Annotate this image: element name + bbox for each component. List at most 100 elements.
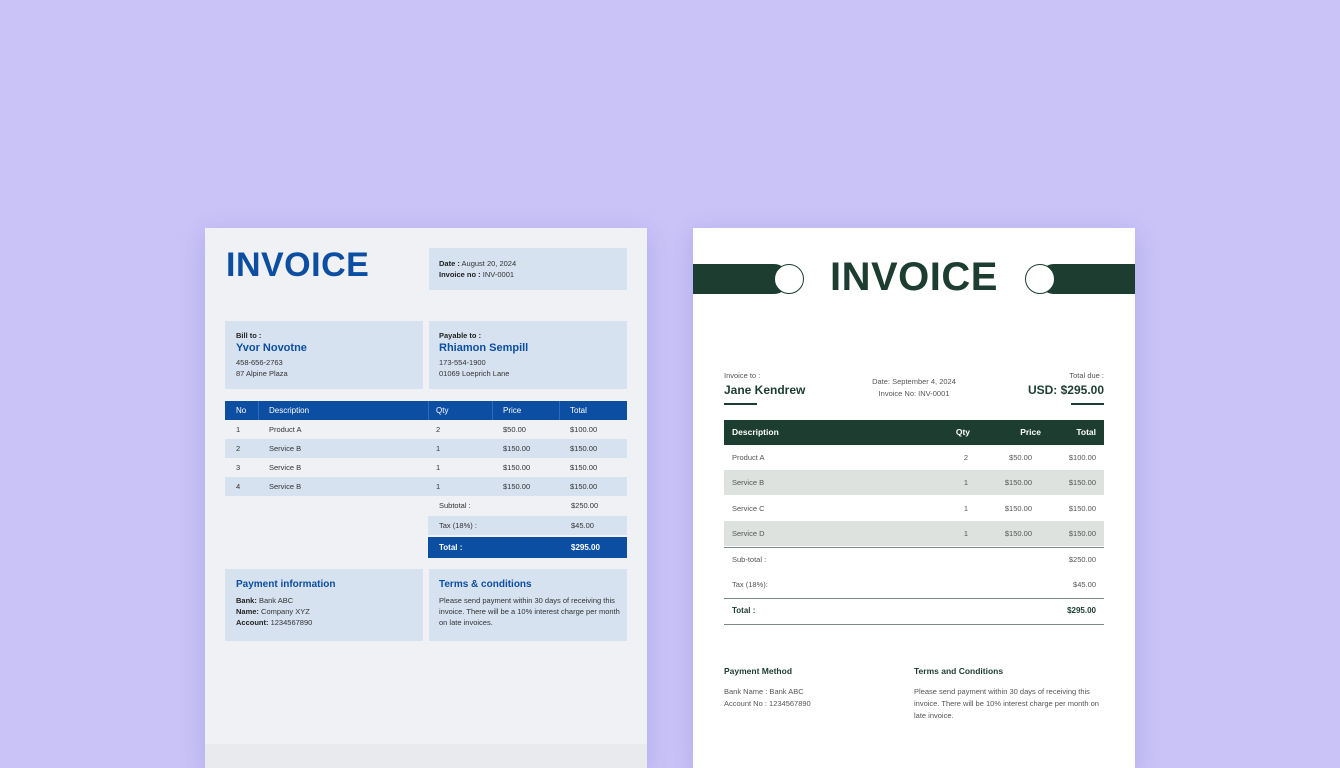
header-total: Total xyxy=(1076,427,1096,437)
table-row: Service C 1 $150.00 $150.00 xyxy=(724,496,1104,521)
row-price: $150.00 xyxy=(503,444,531,453)
subtotal-value: $250.00 xyxy=(571,501,599,510)
items-table-header: No Description Qty Price Total xyxy=(225,401,627,420)
payable-to-name: Rhiamon Sempill xyxy=(439,342,529,354)
tax-label: Tax (18%) : xyxy=(439,521,477,530)
payable-to-box: Payable to : Rhiamon Sempill 173-554-190… xyxy=(429,321,627,389)
row-total: $150.00 xyxy=(570,482,598,491)
row-description: Service B xyxy=(269,463,302,472)
row-description: Service D xyxy=(732,529,765,538)
row-qty: 2 xyxy=(436,425,441,434)
table-row: 4 Service B 1 $150.00 $150.00 xyxy=(225,477,627,496)
row-total: $150.00 xyxy=(570,444,598,453)
invoice-to-block: Invoice to : Jane Kendrew xyxy=(724,371,805,405)
row-qty: 2 xyxy=(963,453,968,462)
bill-to-box: Bill to : Yvor Novotne 458-656-2763 87 A… xyxy=(225,321,423,389)
total-row: Total : $295.00 xyxy=(428,537,627,558)
account-value: 1234567890 xyxy=(270,618,313,627)
row-qty: 1 xyxy=(963,504,968,513)
row-total: $150.00 xyxy=(570,463,598,472)
header-divider xyxy=(559,401,560,420)
invoice-to-label: Invoice to : xyxy=(724,371,761,380)
terms-box: Terms & conditions Please send payment w… xyxy=(429,569,627,641)
bill-to-name: Yvor Novotne xyxy=(236,342,307,354)
footer-band xyxy=(205,744,647,768)
tax-label: Tax (18%): xyxy=(732,580,768,589)
header-description: Description xyxy=(732,427,779,437)
terms-text: Please send payment within 30 days of re… xyxy=(914,687,1099,720)
total-due-label: Total due : xyxy=(1069,371,1104,380)
row-qty: 1 xyxy=(436,463,441,472)
subtotal-value: $250.00 xyxy=(1068,555,1096,564)
name-value: Company XYZ xyxy=(261,607,310,616)
table-row: 3 Service B 1 $150.00 $150.00 xyxy=(225,458,627,477)
subtotal-label: Sub-total : xyxy=(732,555,767,564)
total-row: Total : $295.00 xyxy=(724,598,1104,623)
header-description: Description xyxy=(269,406,310,415)
total-value: $295.00 xyxy=(571,543,600,552)
invoice-meta-box: Date : August 20, 2024 Invoice no : INV-… xyxy=(429,248,627,290)
subtotal-row: Subtotal : $250.00 xyxy=(428,496,627,515)
terms-block: Terms and Conditions Please send payment… xyxy=(914,666,1104,722)
payable-to-phone: 173-554-1900 xyxy=(439,358,486,367)
bank-line: Bank Name : Bank ABC xyxy=(724,687,804,696)
total-value: $295.00 xyxy=(1067,606,1096,615)
row-no: 2 xyxy=(236,444,241,453)
total-underline xyxy=(1071,403,1104,405)
terms-title: Terms and Conditions xyxy=(914,666,1004,676)
row-total: $150.00 xyxy=(1068,478,1096,487)
terms-text: Please send payment within 30 days of re… xyxy=(439,596,620,627)
date-label: Date : xyxy=(439,259,460,268)
row-qty: 1 xyxy=(963,529,968,538)
items-table-header: Description Qty Price Total xyxy=(724,420,1104,445)
invoice-title: INVOICE xyxy=(226,246,370,284)
invoice-no-line: Invoice No: INV-0001 xyxy=(878,389,950,398)
header-no: No xyxy=(236,406,247,415)
header-divider xyxy=(492,401,493,420)
table-row: 2 Service B 1 $150.00 $150.00 xyxy=(225,439,627,458)
total-divider-bottom xyxy=(724,624,1104,625)
date-value: August 20, 2024 xyxy=(461,259,517,268)
table-row: Product A 2 $50.00 $100.00 xyxy=(724,445,1104,470)
row-qty: 1 xyxy=(436,444,441,453)
row-description: Service B xyxy=(732,478,765,487)
account-line: Account No : 1234567890 xyxy=(724,699,811,708)
bill-to-address: 87 Alpine Plaza xyxy=(236,369,288,378)
header-total: Total xyxy=(570,406,587,415)
invoice-template-blue[interactable]: INVOICE Date : August 20, 2024 Invoice n… xyxy=(205,228,647,768)
row-total: $100.00 xyxy=(570,425,598,434)
row-description: Service C xyxy=(732,504,765,513)
row-total: $150.00 xyxy=(1068,504,1096,513)
header-qty: Qty xyxy=(955,427,970,437)
payable-to-label: Payable to : xyxy=(439,331,482,340)
bank-value: Bank ABC xyxy=(258,596,294,605)
total-due-block: Total due : USD: $295.00 xyxy=(1028,371,1104,405)
header-divider xyxy=(258,401,259,420)
row-no: 1 xyxy=(236,425,241,434)
row-description: Product A xyxy=(732,453,765,462)
row-price: $150.00 xyxy=(1004,478,1032,487)
invoice-template-green[interactable]: INVOICE Invoice to : Jane Kendrew Date: … xyxy=(693,228,1135,768)
row-price: $150.00 xyxy=(503,482,531,491)
tax-row: Tax (18%): $45.00 xyxy=(724,572,1104,597)
payable-to-address: 01069 Loeprich Lane xyxy=(439,369,510,378)
table-row: Service B 1 $150.00 $150.00 xyxy=(724,470,1104,495)
row-price: $50.00 xyxy=(503,425,526,434)
table-row: 1 Product A 2 $50.00 $100.00 xyxy=(225,420,627,439)
date-line: Date: September 4, 2024 xyxy=(872,377,956,386)
row-total: $150.00 xyxy=(1068,529,1096,538)
subtotal-row: Sub-total : $250.00 xyxy=(724,547,1104,572)
row-price: $50.00 xyxy=(1009,453,1032,462)
total-label: Total : xyxy=(439,543,463,552)
row-qty: 1 xyxy=(963,478,968,487)
payment-info-title: Payment information xyxy=(236,579,336,590)
row-qty: 1 xyxy=(436,482,441,491)
name-underline xyxy=(724,403,757,405)
bill-to-phone: 458-656-2763 xyxy=(236,358,283,367)
row-price: $150.00 xyxy=(1004,529,1032,538)
invoice-title: INVOICE xyxy=(830,255,998,299)
subtotal-label: Subtotal : xyxy=(439,501,471,510)
name-label: Name: xyxy=(236,607,259,616)
payment-method-title: Payment Method xyxy=(724,666,793,676)
account-label: Account: xyxy=(236,618,269,627)
